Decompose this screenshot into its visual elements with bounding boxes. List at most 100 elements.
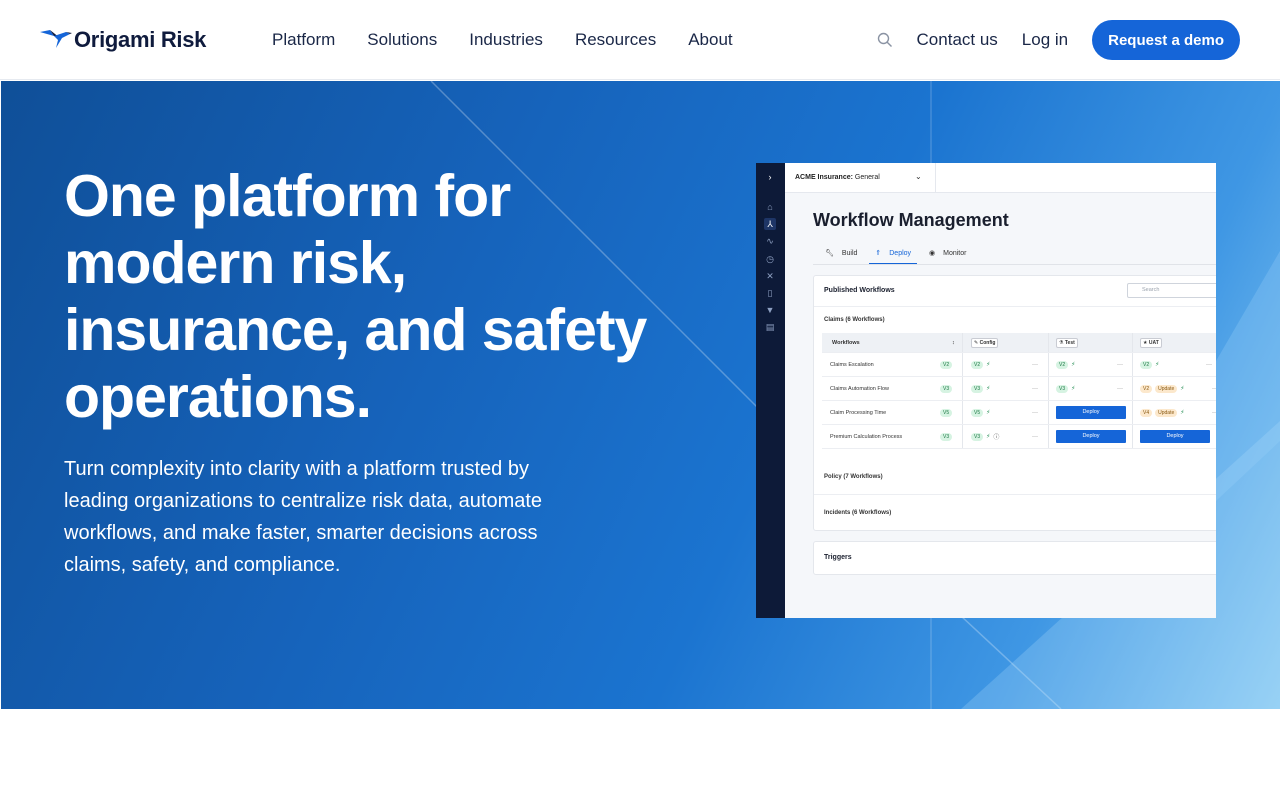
workflows-table: Workflows ↕ ✎ Config ⚗ Test ★ UAT Claims… — [822, 333, 1216, 449]
hero-headline: One platform for modern risk, insurance,… — [64, 163, 647, 430]
col-test: ⚗ Test — [1056, 337, 1078, 348]
eye-icon: ◉ — [929, 250, 936, 257]
more-icon[interactable]: ··· — [1117, 386, 1123, 392]
more-icon[interactable]: ··· — [1212, 410, 1216, 416]
logo[interactable]: Origami Risk — [40, 26, 206, 54]
col-uat-label: UAT — [1148, 339, 1159, 346]
workflow-name: Claims Automation Flow — [830, 385, 889, 392]
table-row[interactable]: Premium Calculation Process V3 V3 ⚡︎ ⓘ ···… — [822, 425, 1216, 449]
config-pill: V3 — [971, 432, 984, 441]
nav-platform[interactable]: Platform — [272, 30, 335, 50]
table-row[interactable]: Claim Processing Time V5 V5 ⚡︎ ··· Deploy… — [822, 401, 1216, 425]
hero-subtext: Turn complexity into clarity with a plat… — [64, 458, 543, 576]
version-pill: V3 — [940, 432, 953, 441]
col-sep — [1132, 377, 1133, 400]
triggers-title: Triggers — [824, 554, 852, 561]
workflow-name: Claims Escalation — [830, 361, 874, 368]
bolt-icon: ⚡︎ — [986, 410, 991, 416]
col-test-label: Test — [1064, 339, 1075, 346]
sort-icon[interactable]: ↕ — [952, 333, 955, 352]
nav-solutions[interactable]: Solutions — [367, 30, 437, 50]
more-icon[interactable]: ··· — [1032, 434, 1038, 440]
more-icon[interactable]: ··· — [1117, 362, 1123, 368]
info-icon: ⓘ — [993, 435, 1000, 441]
request-demo-button[interactable]: Request a demo — [1092, 20, 1240, 60]
search-input[interactable]: Search — [1127, 283, 1216, 298]
tab-monitor[interactable]: ◉ Monitor — [923, 249, 972, 264]
update-pill[interactable]: Update — [1155, 384, 1178, 393]
published-title: Published Workflows — [824, 287, 895, 294]
bolt-icon: ⚡︎ — [1155, 362, 1160, 368]
tab-deploy[interactable]: ⇑ Deploy — [869, 249, 918, 264]
deploy-uat-button[interactable]: Deploy — [1140, 430, 1210, 443]
col-sep — [1048, 425, 1049, 448]
wrench-icon: 🔧︎ — [825, 250, 834, 257]
logo-text: Origami Risk — [74, 27, 207, 52]
published-workflows-card: Published Workflows Search Claims (6 Wor… — [813, 275, 1216, 531]
test-pill: V2 — [1056, 360, 1069, 369]
more-icon[interactable]: ··· — [1032, 386, 1038, 392]
config-pill: V5 — [971, 408, 984, 417]
bolt-icon: ⚡︎ — [986, 362, 991, 368]
tab-build[interactable]: 🔧︎ Build — [819, 249, 863, 264]
shield-icon: ▼ — [765, 305, 775, 315]
product-mockup: › ⌂ ⅄ ∿ ◷ ✕ ▯ ▼ ▤ ACME Insurance: Genera… — [756, 163, 1216, 618]
tools-icon: ✕ — [766, 271, 774, 281]
printer-icon: ▤ — [765, 322, 775, 332]
clipboard-icon: ▯ — [767, 288, 773, 298]
bolt-icon: ⚡︎ — [1180, 410, 1185, 416]
incidents-section[interactable]: Incidents (6 Workflows) — [824, 510, 891, 516]
deploy-test-button[interactable]: Deploy — [1056, 430, 1126, 443]
main-nav: Platform Solutions Industries Resources … — [272, 30, 733, 50]
uat-pill: V2 — [1140, 384, 1153, 393]
col-workflows: Workflows — [832, 339, 860, 346]
card-divider — [814, 494, 1216, 495]
version-pill: V2 — [940, 360, 953, 369]
nav-resources[interactable]: Resources — [575, 30, 656, 50]
more-icon[interactable]: ··· — [1032, 362, 1038, 368]
login-link[interactable]: Log in — [1022, 30, 1068, 50]
nav-industries[interactable]: Industries — [469, 30, 543, 50]
triggers-card[interactable]: Triggers — [813, 541, 1216, 575]
test-pill: V3 — [1056, 384, 1069, 393]
col-sep — [1132, 425, 1133, 448]
col-sep — [1132, 333, 1133, 352]
col-uat: ★ UAT — [1140, 337, 1162, 348]
col-sep — [1132, 353, 1133, 376]
tab-deploy-label: Deploy — [889, 250, 912, 257]
home-icon: ⌂ — [767, 202, 773, 212]
bolt-icon: ⚡︎ — [1180, 386, 1185, 392]
col-sep — [1132, 401, 1133, 424]
expand-icon: › — [768, 172, 772, 182]
update-pill[interactable]: Update — [1155, 408, 1178, 417]
col-sep — [1048, 353, 1049, 376]
account-label: ACME Insurance: — [795, 174, 853, 181]
mockup-topbar: ACME Insurance: General ⌄ — [785, 163, 1216, 193]
table-row[interactable]: Claims Escalation V2 V2 ⚡︎ ··· V2 ⚡︎ ··· V… — [822, 353, 1216, 377]
config-pill: V3 — [971, 384, 984, 393]
account-selector[interactable]: ACME Insurance: General — [795, 174, 880, 181]
bolt-icon: ⚡︎ — [1071, 362, 1076, 368]
claims-section[interactable]: Claims (6 Workflows) — [824, 317, 885, 323]
nav-about[interactable]: About — [688, 30, 732, 50]
tab-build-label: Build — [841, 250, 858, 257]
contact-link[interactable]: Contact us — [917, 30, 998, 50]
tab-monitor-label: Monitor — [943, 250, 967, 257]
col-sep — [962, 425, 963, 448]
col-sep — [1048, 377, 1049, 400]
topbar-divider — [935, 163, 936, 193]
more-icon[interactable]: ··· — [1032, 410, 1038, 416]
chevron-down-icon[interactable]: ⌄ — [915, 172, 922, 181]
policy-section[interactable]: Policy (7 Workflows) — [824, 474, 883, 480]
hero-section: One platform for modern risk, insurance,… — [1, 81, 1280, 709]
bolt-icon: ⚡︎ — [986, 434, 991, 440]
col-config-label: Config — [979, 339, 996, 346]
bolt-icon: ⚡︎ — [986, 386, 991, 392]
account-value: General — [854, 174, 880, 181]
deploy-test-button[interactable]: Deploy — [1056, 406, 1126, 419]
mockup-sidebar: › ⌂ ⅄ ∿ ◷ ✕ ▯ ▼ ▤ — [756, 163, 785, 618]
table-row[interactable]: Claims Automation Flow V3 V3 ⚡︎ ··· V3 ⚡︎ … — [822, 377, 1216, 401]
more-icon[interactable]: ··· — [1206, 362, 1212, 368]
search-icon[interactable] — [877, 32, 893, 48]
more-icon[interactable]: ··· — [1212, 386, 1216, 392]
